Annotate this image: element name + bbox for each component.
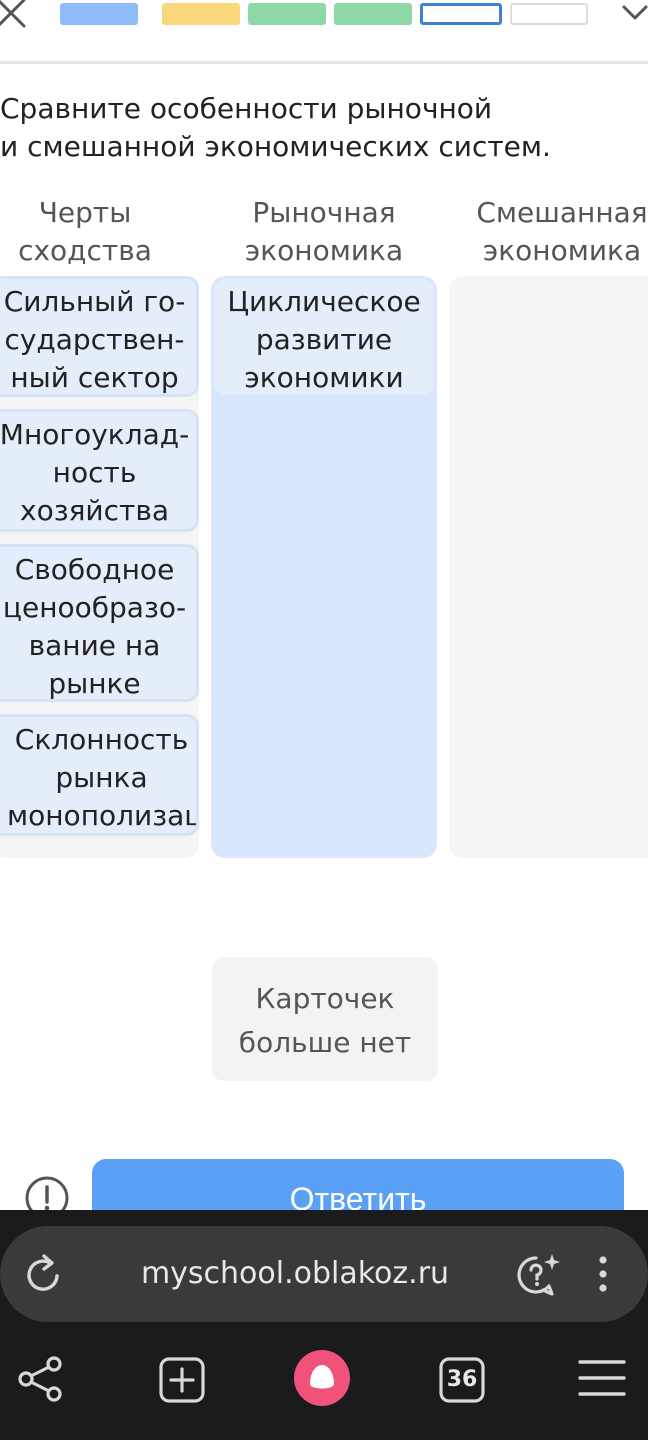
ai-assistant-icon[interactable] — [512, 1250, 562, 1304]
column-market-dropzone[interactable]: Циклическое развитие экономики — [211, 276, 437, 858]
more-vertical-icon[interactable] — [588, 1252, 618, 1300]
reload-icon[interactable] — [24, 1252, 64, 1300]
column-similar-dropzone[interactable]: Сильный го- сударствен- ный сектор Много… — [0, 276, 199, 858]
progress-segment-1 — [60, 3, 138, 25]
column-mixed-dropzone[interactable] — [449, 276, 648, 858]
browser-toolbar: myschool.oblakoz.ru 36 — [0, 1210, 648, 1440]
chevron-down-icon[interactable] — [618, 0, 648, 28]
card-multistructure-economy[interactable]: Многоуклад- ность хозяйства — [0, 409, 199, 532]
address-bar[interactable]: myschool.oblakoz.ru — [0, 1226, 648, 1322]
progress-segment-3 — [248, 3, 326, 25]
url-text[interactable]: myschool.oblakoz.ru — [110, 1226, 480, 1322]
column-header-mixed: Смешанная экономика — [476, 196, 648, 267]
card-cyclical-development[interactable]: Циклическое развитие экономики — [214, 279, 434, 395]
column-header-market: Рыночная экономика — [244, 196, 404, 267]
progress-segment-2 — [162, 3, 240, 25]
question-text: Сравните особенности рыночной и смешанно… — [0, 92, 551, 163]
progress-segment-6 — [510, 3, 588, 25]
new-tab-icon[interactable] — [158, 1356, 206, 1408]
card-strong-state-sector[interactable]: Сильный го- сударствен- ный сектор — [0, 276, 199, 397]
menu-icon[interactable] — [576, 1356, 628, 1404]
tabs-count: 36 — [446, 1367, 478, 1392]
card-monopolization[interactable]: Склонность рынка монополизации — [0, 714, 199, 836]
share-icon[interactable] — [16, 1354, 66, 1408]
tabs-counter-icon[interactable]: 36 — [438, 1356, 486, 1404]
close-icon[interactable] — [0, 0, 32, 34]
card-free-pricing[interactable]: Свободное ценообразо- вание на рынке — [0, 544, 199, 702]
alice-assistant-icon[interactable] — [294, 1350, 350, 1410]
column-header-similar: Черты сходства — [18, 196, 152, 267]
divider — [0, 61, 648, 64]
progress-segment-4 — [334, 3, 412, 25]
progress-segment-current — [420, 3, 502, 25]
no-more-cards-message: Карточек больше нет — [212, 957, 438, 1081]
